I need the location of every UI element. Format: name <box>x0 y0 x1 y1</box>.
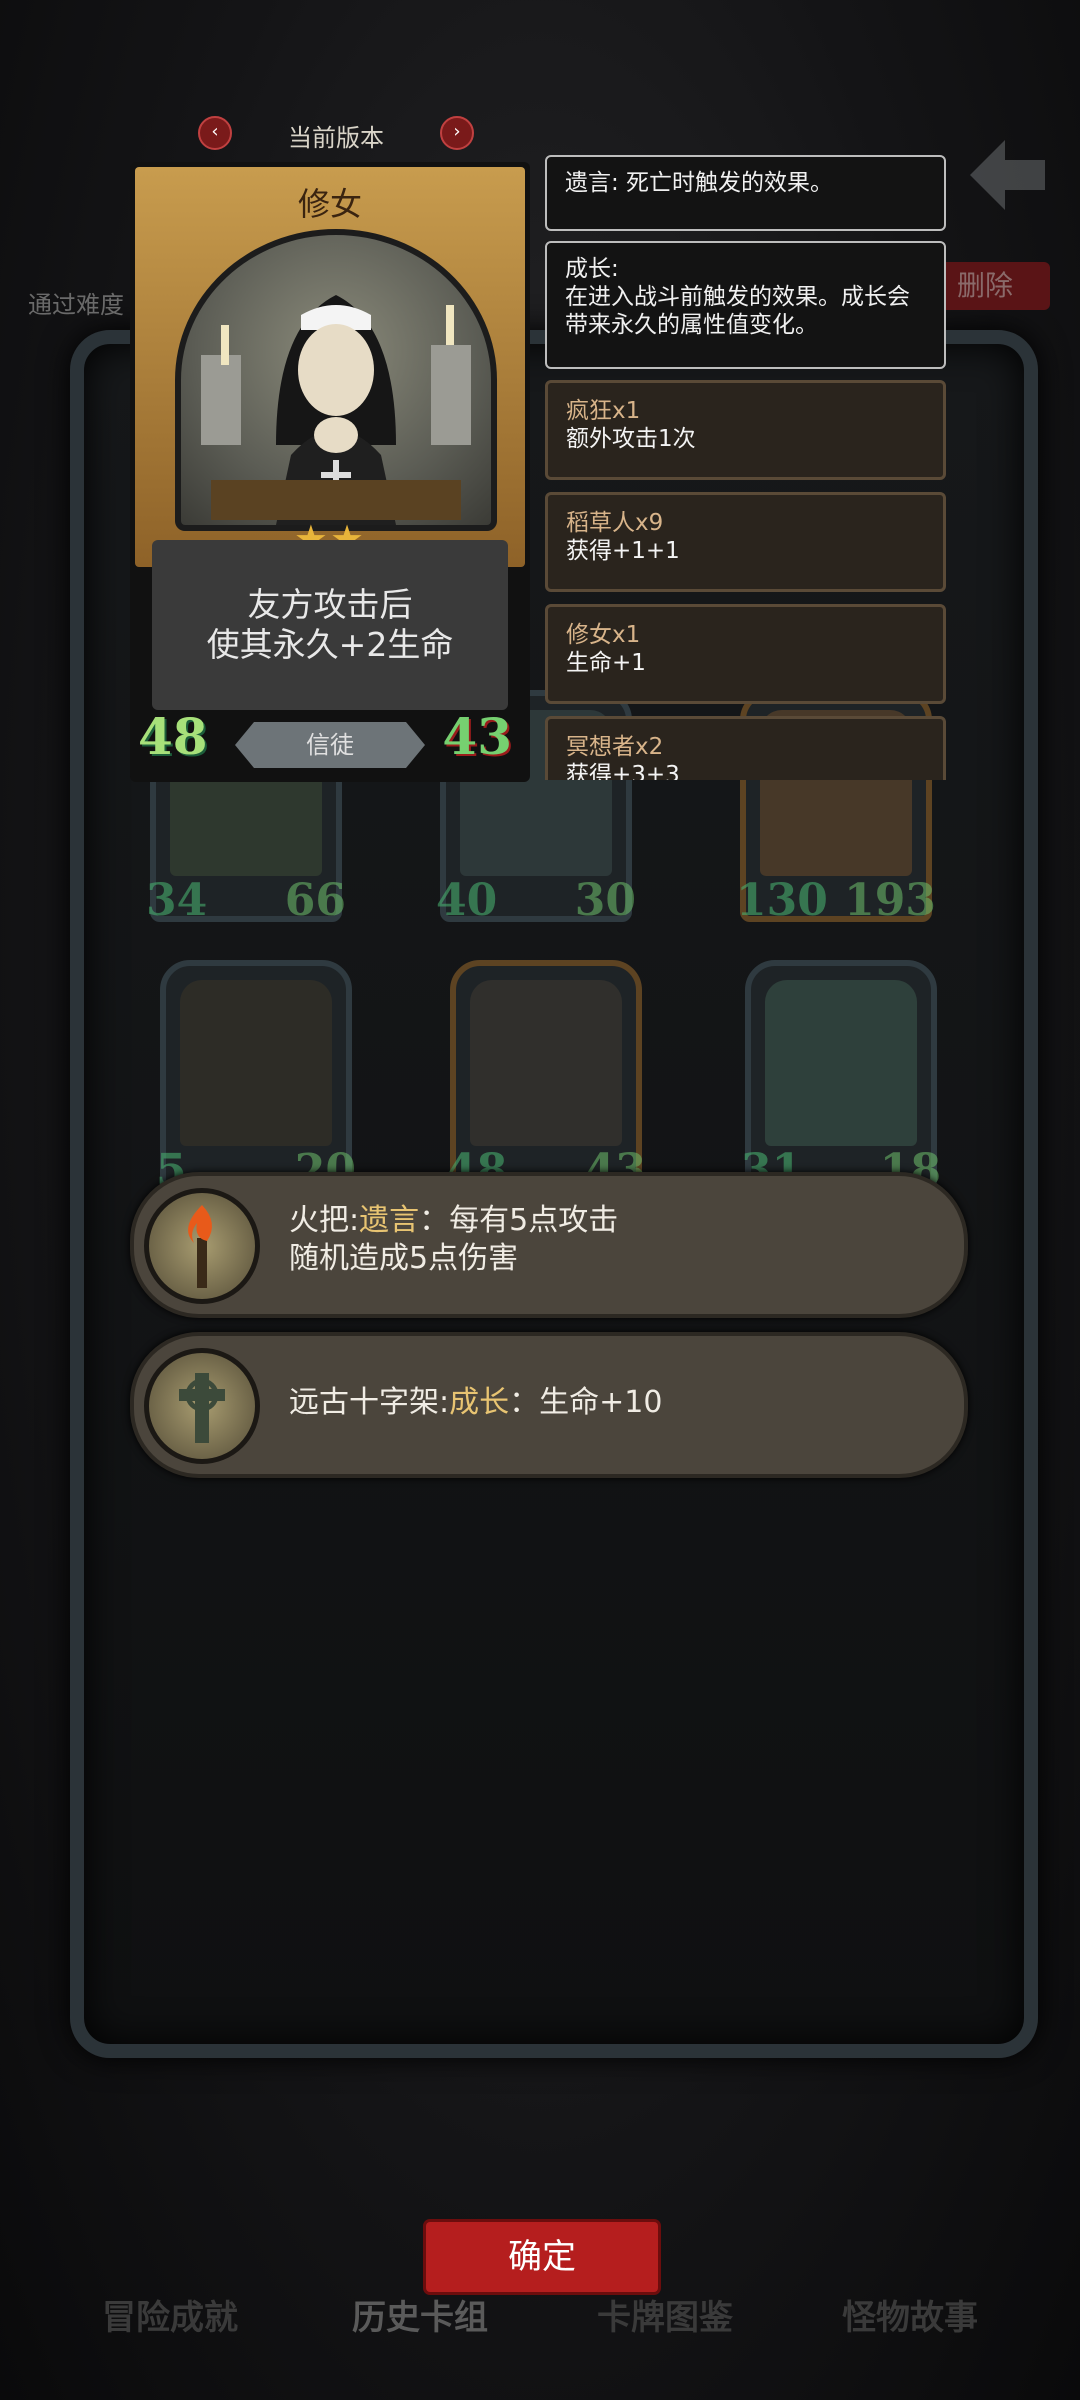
effect-value: 额外攻击1次 <box>566 426 696 452</box>
relic-name: 远古十字架: <box>289 1385 450 1420</box>
relic-row-torch[interactable]: 火把:遗言：每有5点攻击 随机造成5点伤害 <box>130 1172 968 1318</box>
effect-name: 修女x1 <box>566 622 641 648</box>
deathrattle-tooltip: 遗言: 死亡时触发的效果。 <box>545 155 946 231</box>
card-name: 修女 <box>297 185 362 223</box>
card-detail: 修女 ★★ 友方攻击后 使其永久+2生命 48 信徒 43 <box>130 162 530 782</box>
nun-portrait <box>175 229 497 531</box>
effect-value: 获得+1+1 <box>566 538 680 564</box>
relic-row-cross[interactable]: 远古十字架:成长：生命+10 <box>130 1332 968 1478</box>
tab-achievements[interactable]: 冒险成就 <box>60 2290 280 2339</box>
relic-description: 火把:遗言：每有5点攻击 随机造成5点伤害 <box>289 1202 618 1278</box>
growth-body: 在进入战斗前触发的效果。成长会带来永久的属性值变化。 <box>565 284 910 338</box>
card-attack: 130 <box>736 875 828 926</box>
nun-illustration-icon <box>201 295 471 525</box>
deathrattle-text: 遗言: 死亡时触发的效果。 <box>565 170 834 196</box>
card-tribe: 信徒 <box>235 722 425 768</box>
relic-name: 火把: <box>289 1203 360 1238</box>
difficulty-label: 通过难度 <box>28 291 124 319</box>
torch-icon <box>144 1188 260 1304</box>
deck-card[interactable]: 5 20 <box>156 960 356 1196</box>
tab-history-decks[interactable]: 历史卡组 <box>310 2290 530 2339</box>
next-version-button[interactable]: › <box>440 116 474 150</box>
card-attack: 34 <box>146 875 208 926</box>
relic-text: ：每有5点攻击 <box>419 1203 619 1238</box>
effect-item: 疯狂x1 额外攻击1次 <box>545 380 946 480</box>
prev-version-button[interactable]: ‹ <box>198 116 232 150</box>
card-health: 30 <box>574 875 636 926</box>
cross-icon <box>144 1348 260 1464</box>
card-frame: 修女 <box>135 167 525 567</box>
tab-card-collection[interactable]: 卡牌图鉴 <box>555 2290 775 2339</box>
tab-monster-stories[interactable]: 怪物故事 <box>800 2290 1020 2339</box>
confirm-button[interactable]: 确定 <box>426 2222 658 2292</box>
card-health: 43 <box>442 707 512 766</box>
card-description: 友方攻击后 使其永久+2生命 <box>152 540 508 710</box>
card-health: 193 <box>844 875 936 926</box>
relic-text: ：生命+10 <box>509 1385 663 1420</box>
effect-item: 修女x1 生命+1 <box>545 604 946 704</box>
version-label: 当前版本 <box>288 124 384 152</box>
card-desc-line2: 使其永久+2生命 <box>206 625 454 664</box>
growth-tooltip: 成长: 在进入战斗前触发的效果。成长会带来永久的属性值变化。 <box>545 241 946 369</box>
effect-item: 冥想者x2 获得+3+3 <box>545 716 946 780</box>
growth-title: 成长: <box>565 256 619 282</box>
keyword-tooltip-panel[interactable]: 遗言: 死亡时触发的效果。 成长: 在进入战斗前触发的效果。成长会带来永久的属性… <box>545 155 950 780</box>
relic-text-line2: 随机造成5点伤害 <box>289 1241 519 1276</box>
card-health: 66 <box>284 875 346 926</box>
relic-keyword: 成长 <box>449 1385 510 1420</box>
effect-name: 疯狂x1 <box>566 398 641 424</box>
effect-item: 稻草人x9 获得+1+1 <box>545 492 946 592</box>
effect-value: 生命+1 <box>566 650 646 676</box>
deck-card[interactable]: 48 43 <box>446 960 646 1196</box>
card-attack: 40 <box>436 875 498 926</box>
effect-name: 稻草人x9 <box>566 510 664 536</box>
card-attack: 48 <box>138 707 208 766</box>
effect-value: 获得+3+3 <box>566 762 680 780</box>
relic-description: 远古十字架:成长：生命+10 <box>289 1384 662 1422</box>
card-desc-line1: 友方攻击后 <box>247 585 413 624</box>
back-arrow-icon[interactable] <box>960 130 1050 220</box>
deck-card[interactable]: 31 18 <box>741 960 941 1196</box>
relic-keyword: 遗言 <box>359 1203 420 1238</box>
effect-name: 冥想者x2 <box>566 734 664 760</box>
